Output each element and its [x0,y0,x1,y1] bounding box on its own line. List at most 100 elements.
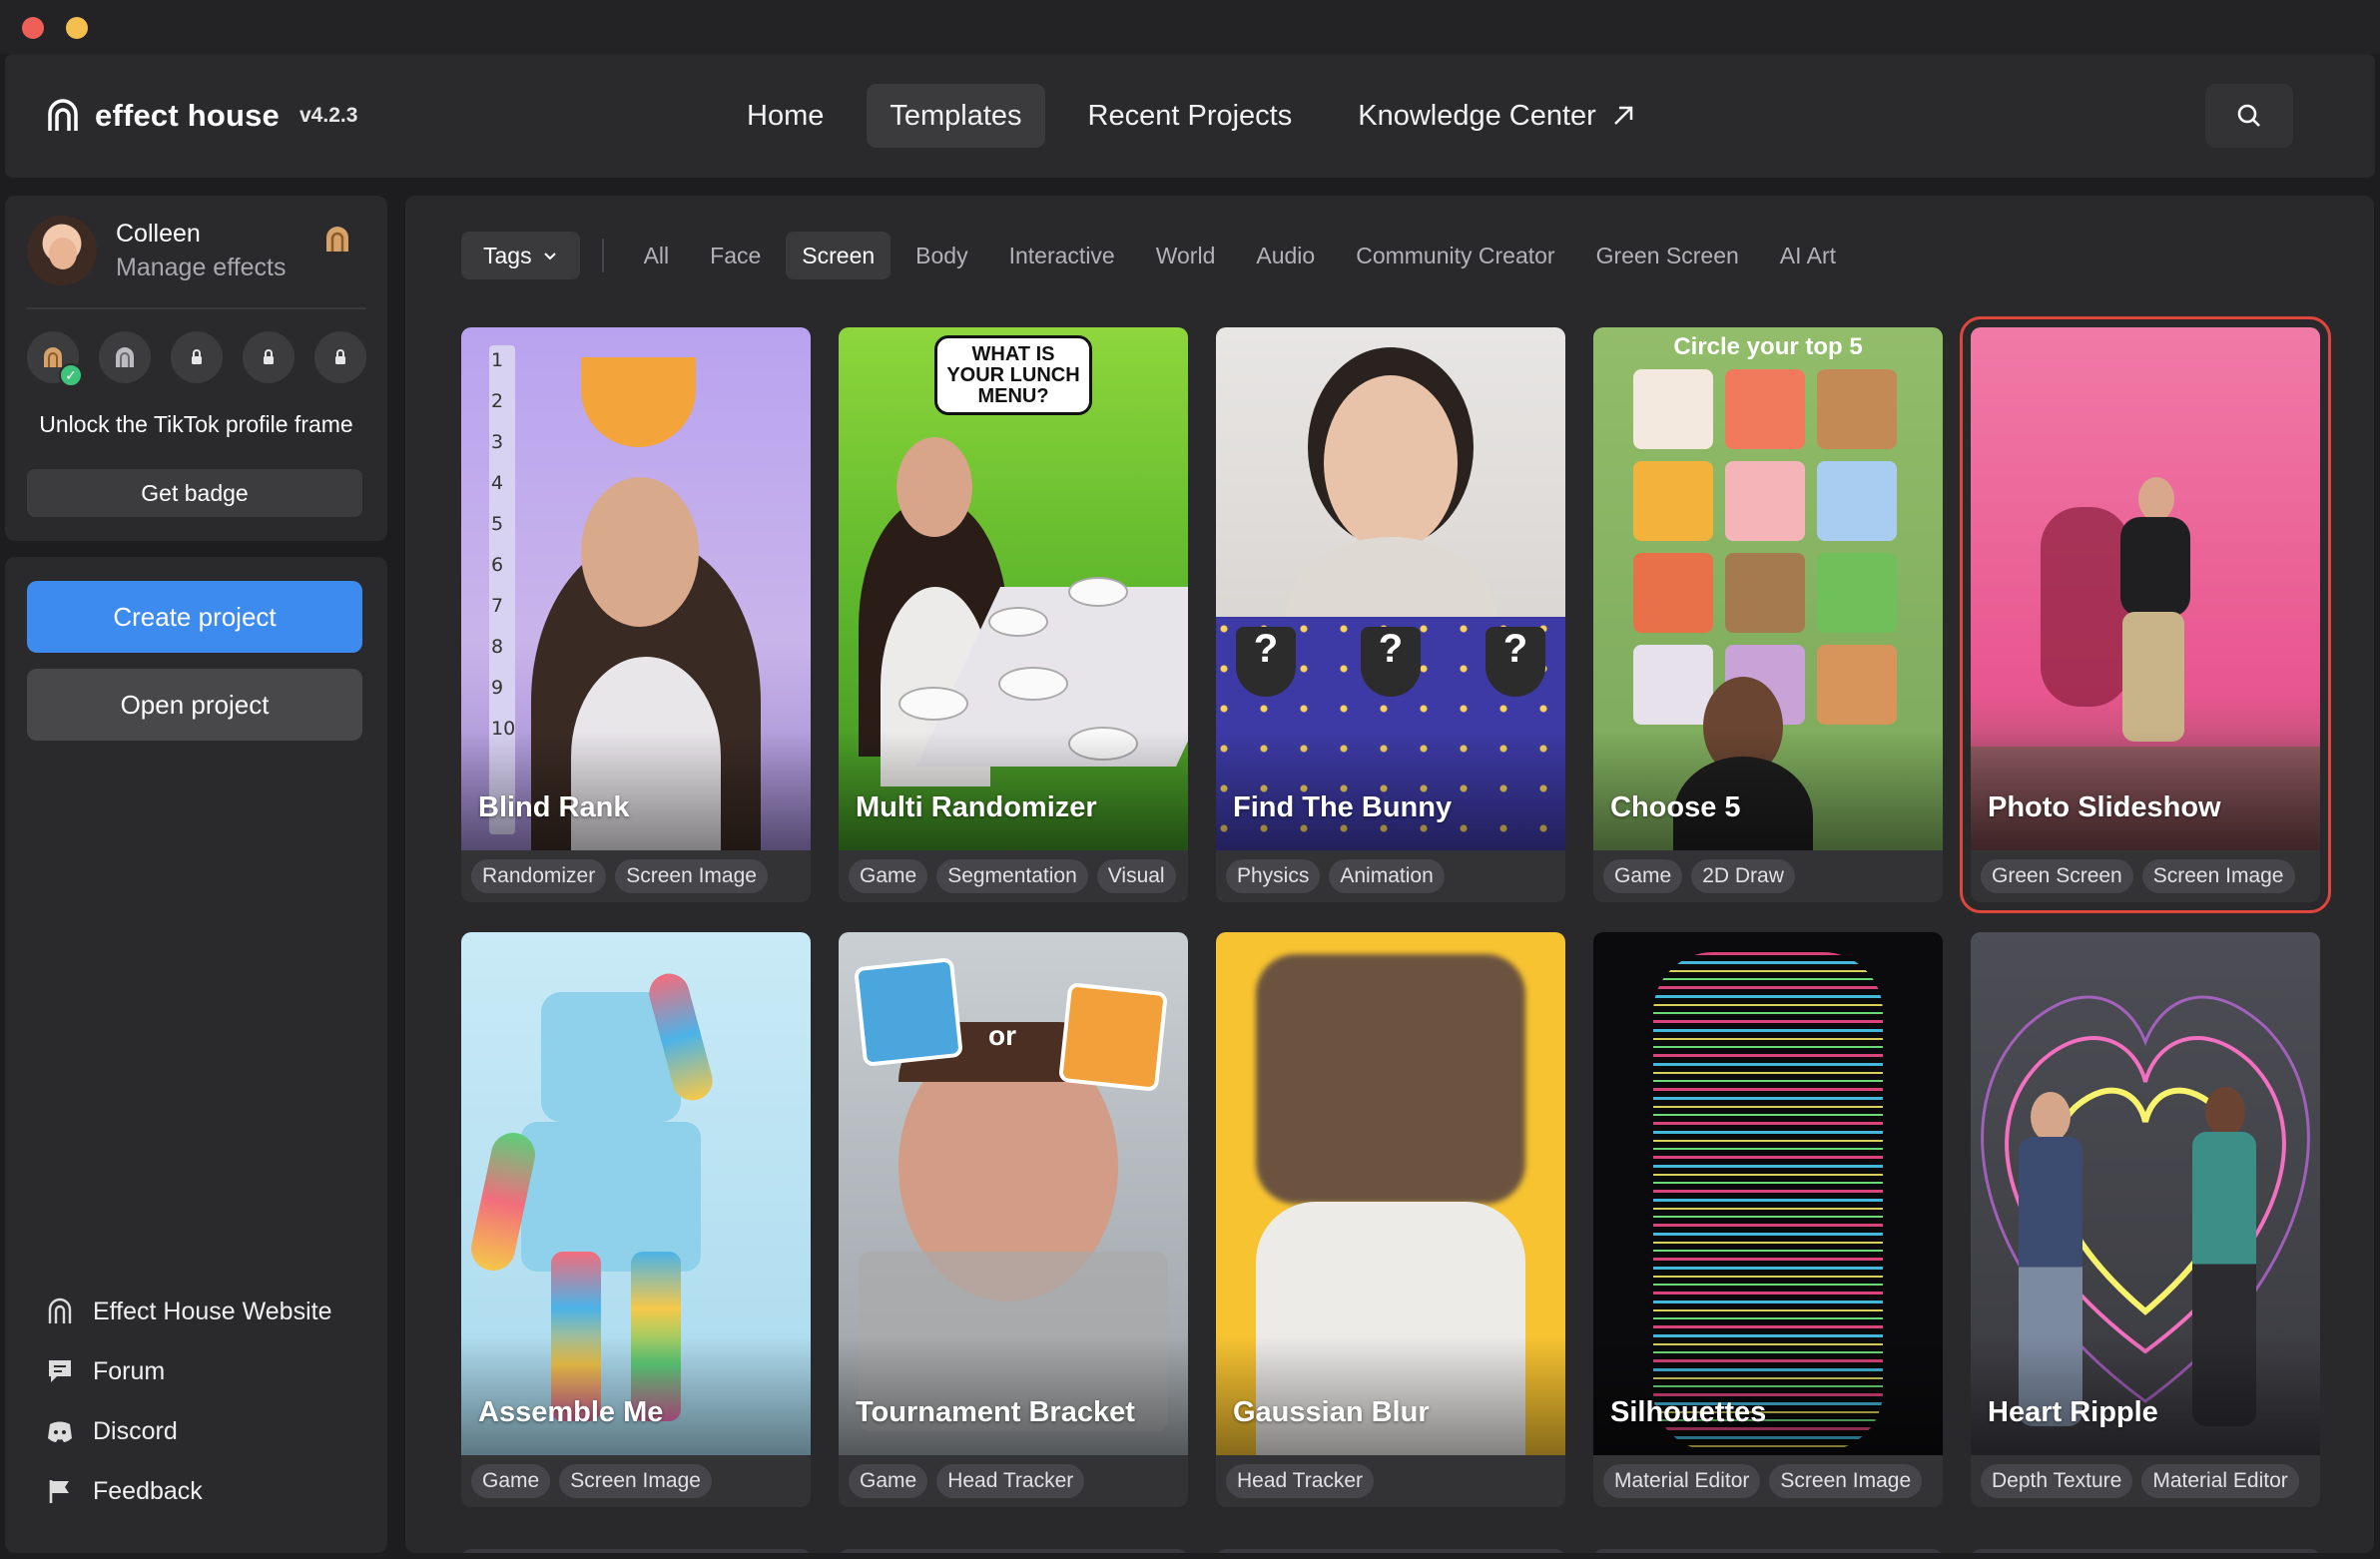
template-card-partial[interactable] [461,1549,811,1553]
template-title: Find The Bunny [1233,791,1453,823]
get-badge-button[interactable]: Get badge [27,469,362,517]
template-thumbnail: WHAT IS YOUR LUNCH MENU? Multi Randomize… [839,327,1188,850]
template-card[interactable]: Assemble Me Game Screen Image [461,932,811,1507]
search-button[interactable] [2205,84,2293,148]
template-tags: Randomizer Screen Image [461,850,811,902]
link-discord[interactable]: Discord [45,1415,331,1447]
sushi-card [1058,982,1168,1092]
tag-chip: Screen Image [1769,1464,1923,1498]
filter-audio[interactable]: Audio [1240,232,1331,279]
template-card-partial[interactable] [1971,1549,2320,1553]
tags-dropdown[interactable]: Tags [461,232,580,279]
nav-knowledge-center[interactable]: Knowledge Center [1335,84,1659,148]
template-card-partial[interactable] [1593,1549,1943,1553]
app-name: effect house [95,98,280,133]
template-title: Heart Ripple [1988,1396,2158,1428]
person-jacket [2120,517,2190,617]
plate-image [1068,727,1138,761]
animal-tile [1633,553,1713,633]
template-card[interactable]: Gaussian Blur Head Tracker [1216,932,1565,1507]
template-tags: Game Head Tracker [839,1455,1188,1507]
brand[interactable]: effect house v4.2.3 [45,98,357,134]
nav-home[interactable]: Home [724,84,847,148]
rank-number: 10 [491,718,516,740]
filter-green-screen[interactable]: Green Screen [1580,232,1755,279]
plate-image [1068,577,1128,607]
template-card[interactable]: Silhouettes Material Editor Screen Image [1593,932,1943,1507]
tag-chip: Depth Texture [1981,1464,2133,1498]
template-card[interactable]: Photo Slideshow Green Screen Screen Imag… [1960,316,2331,913]
nav-templates[interactable]: Templates [867,84,1045,148]
tag-chip: 2D Draw [1691,859,1795,893]
template-thumbnail: Circle your top 5 Choose 5 [1593,327,1943,850]
template-card[interactable]: Circle your top 5 Choose 5 Game 2D Draw [1593,327,1943,902]
badge-earned[interactable]: ✓ [27,331,83,387]
open-project-button[interactable]: Open project [27,669,362,741]
tags-label: Tags [483,242,532,268]
animal-tile [1633,369,1713,449]
plate-image [898,687,968,721]
person-pants [2122,612,2184,742]
template-tags: Depth Texture Material Editor [1971,1455,2320,1507]
template-card[interactable]: 1 2 3 4 5 6 7 8 9 10 Blind Rank Randomiz… [461,327,811,902]
template-card[interactable]: or Tournament Bracket Game Head Tracker [839,932,1188,1507]
filter-all[interactable]: All [628,232,686,279]
template-card[interactable]: WHAT IS YOUR LUNCH MENU? Multi Randomize… [839,327,1188,902]
filter-community-creator[interactable]: Community Creator [1340,232,1570,279]
link-label: Discord [93,1416,178,1445]
rank-number: 8 [491,636,504,658]
link-label: Feedback [93,1476,203,1505]
lock-icon [335,349,345,364]
nav-recent-projects[interactable]: Recent Projects [1065,84,1316,148]
filter-screen[interactable]: Screen [786,232,892,279]
filter-interactive[interactable]: Interactive [993,232,1131,279]
rank-number: 4 [491,472,504,494]
filter-world[interactable]: World [1140,232,1232,279]
template-title: Blind Rank [478,791,630,823]
badge-locked[interactable] [99,331,151,383]
badge-locked[interactable] [243,331,295,383]
animal-tile [1725,553,1805,633]
template-card[interactable]: ? ? ? Find The Bunny Physics Animation [1216,327,1565,902]
window-titlebar [0,0,2380,54]
divider [27,307,366,309]
template-thumbnail: Silhouettes [1593,932,1943,1455]
animal-tile [1817,369,1897,449]
person-body [2192,1132,2256,1426]
close-window-button[interactable] [22,17,44,39]
template-grid: 1 2 3 4 5 6 7 8 9 10 Blind Rank Randomiz… [461,316,2331,1507]
nav-knowledge-label: Knowledge Center [1358,99,1596,132]
minimize-window-button[interactable] [66,17,88,39]
template-card[interactable]: Heart Ripple Depth Texture Material Edit… [1971,932,2320,1507]
tag-chip: Physics [1226,859,1321,893]
template-card-partial[interactable] [1216,1549,1565,1553]
link-forum[interactable]: Forum [45,1355,331,1387]
profile-name[interactable]: Colleen [116,220,201,249]
template-thumbnail: Assemble Me [461,932,811,1455]
animal-tile [1817,461,1897,541]
link-effect-house-website[interactable]: Effect House Website [45,1296,331,1327]
arch-icon [48,1298,72,1323]
badge-locked[interactable] [314,331,366,383]
link-label: Forum [93,1356,166,1385]
discord-icon [48,1421,72,1442]
person-face [2205,1087,2245,1137]
template-thumbnail: ? ? ? Find The Bunny [1216,327,1565,850]
link-feedback[interactable]: Feedback [45,1475,331,1507]
sidebar-links: Effect House Website Forum Discord Feedb… [45,1296,331,1507]
filter-face[interactable]: Face [694,232,777,279]
template-thumbnail: or Tournament Bracket [839,932,1188,1455]
filter-ai-art[interactable]: AI Art [1764,232,1852,279]
or-label: or [988,1020,1016,1051]
template-title: Silhouettes [1610,1396,1767,1428]
manage-effects-link[interactable]: Manage effects [116,254,286,282]
filter-body[interactable]: Body [899,232,983,279]
create-project-button[interactable]: Create project [27,581,362,653]
template-thumbnail: 1 2 3 4 5 6 7 8 9 10 Blind Rank [461,327,811,850]
template-tags: Physics Animation [1216,850,1565,902]
template-card-partial[interactable] [839,1549,1188,1553]
badge-locked[interactable] [171,331,223,383]
external-link-icon [1613,106,1633,125]
avatar[interactable] [27,216,97,285]
robot-body [521,1122,701,1272]
